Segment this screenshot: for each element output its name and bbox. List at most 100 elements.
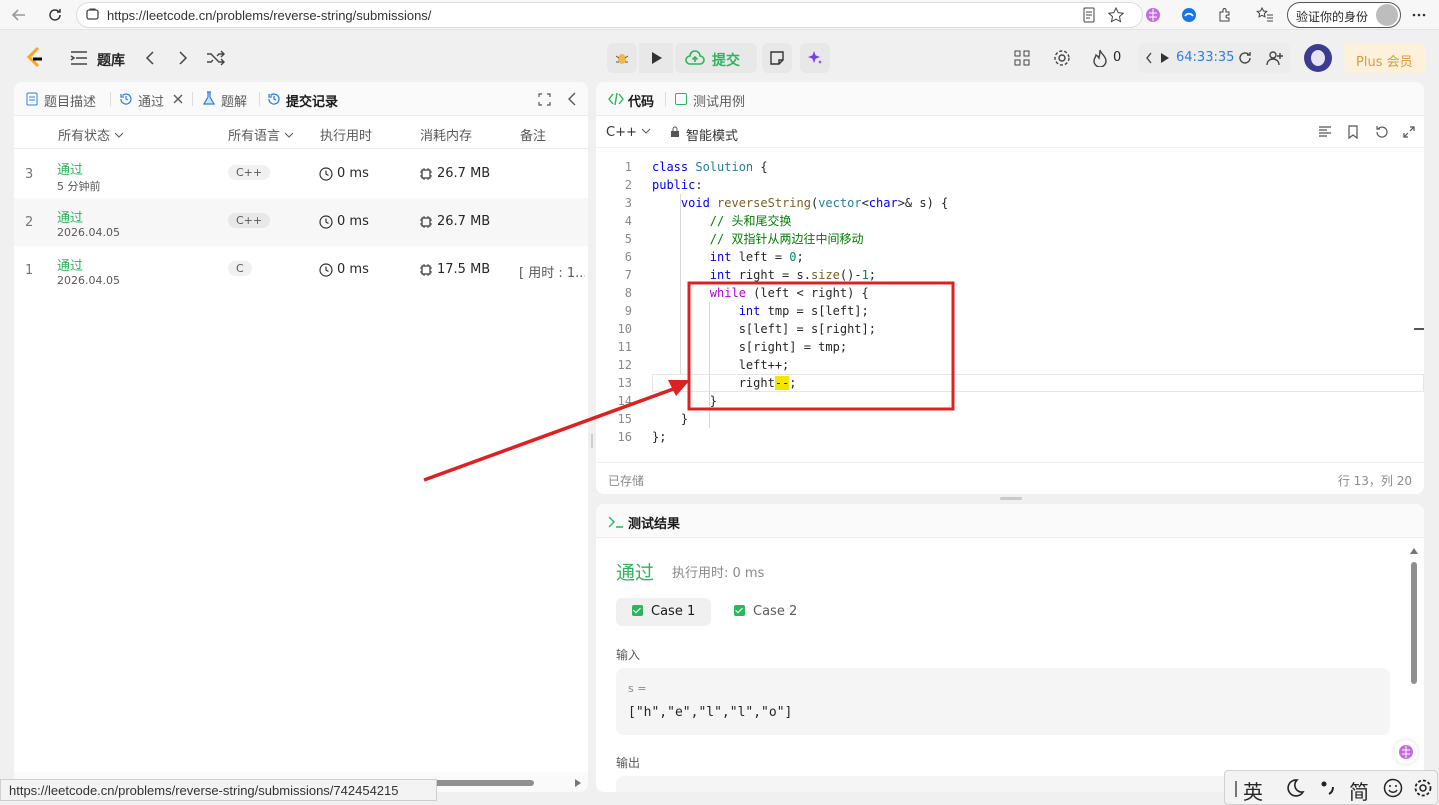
row-status[interactable]: 通过 (57, 207, 83, 226)
fullscreen-icon[interactable] (1403, 126, 1415, 138)
filter-language[interactable]: 所有语言 (228, 125, 294, 144)
tab-code[interactable]: 代码 (628, 91, 654, 110)
tab-solutions[interactable]: 题解 (221, 91, 247, 110)
tab-description[interactable]: 题目描述 (44, 91, 96, 110)
verify-identity-button[interactable]: 验证你的身份 (1287, 2, 1401, 28)
table-row[interactable]: 2 通过 2026.04.05 C++ 0 ms 26.7 MB (14, 198, 588, 246)
bookmark-icon[interactable] (1347, 125, 1359, 139)
code-line: int left = 0; (709, 250, 804, 264)
ime-language-toggle[interactable]: 英 (1243, 776, 1263, 805)
timer-reset-icon[interactable] (1237, 50, 1253, 66)
prev-problem-icon[interactable] (143, 50, 157, 66)
chevron-down-icon (114, 132, 124, 138)
language-select[interactable]: C++ (606, 125, 651, 140)
vertical-resize-handle[interactable] (591, 434, 593, 448)
add-friend-button[interactable] (1260, 43, 1290, 73)
next-problem-icon[interactable] (176, 50, 190, 66)
ime-simplified-toggle[interactable]: 简 (1349, 776, 1369, 805)
streak-flame-icon[interactable] (1092, 49, 1108, 67)
plus-membership-button[interactable]: Plus 会员 (1344, 43, 1426, 73)
ime-drag-handle[interactable] (1235, 781, 1237, 797)
description-icon (26, 92, 38, 106)
line-number: 7 (624, 268, 632, 282)
reload-icon[interactable] (46, 6, 64, 24)
floating-assistant-button[interactable] (1394, 740, 1418, 764)
collapse-panel-icon[interactable] (567, 92, 577, 106)
line-number: 8 (624, 286, 632, 300)
filter-status[interactable]: 所有状态 (58, 125, 124, 144)
timer-collapse-icon[interactable] (1145, 52, 1153, 64)
chevron-down-icon (641, 128, 651, 134)
extension-blue-icon[interactable] (1180, 6, 1198, 24)
extension-brain-icon[interactable] (1144, 6, 1162, 24)
timer-widget[interactable]: 64:33:35 (1138, 43, 1268, 73)
line-number: 15 (617, 412, 632, 426)
ai-assist-button[interactable] (800, 43, 830, 73)
line-number: 9 (624, 304, 632, 318)
reset-code-icon[interactable] (1374, 125, 1388, 139)
tab-test-result[interactable]: 测试结果 (628, 513, 680, 532)
check-icon (734, 605, 745, 616)
submit-button[interactable]: 提交 (675, 43, 757, 73)
more-menu-icon[interactable] (1410, 6, 1428, 24)
code-editor[interactable]: 1 2 3 4 5 6 7 8 9 10 11 12 13 14 15 16 c… (596, 158, 1424, 448)
input-box: s = ["h","e","l","l","o"] (616, 668, 1390, 735)
smart-mode-label[interactable]: 智能模式 (686, 125, 738, 144)
vertical-scrollbar-thumb[interactable] (1411, 562, 1417, 684)
address-bar[interactable]: https://leetcode.cn/problems/reverse-str… (76, 2, 1143, 28)
shuffle-icon[interactable] (206, 50, 226, 66)
scroll-right-icon[interactable] (574, 779, 581, 787)
timer-value: 64:33:35 (1176, 50, 1235, 65)
case-1-tab[interactable]: Case 1 (616, 598, 712, 626)
url-text: https://leetcode.cn/problems/reverse-str… (107, 8, 432, 23)
run-button[interactable] (639, 43, 673, 73)
tab-accepted[interactable]: 通过 (138, 91, 164, 110)
overview-ruler-marker (1414, 328, 1424, 330)
streak-count: 0 (1113, 50, 1122, 65)
code-line: s[right] = tmp; (652, 340, 848, 354)
settings-gear-icon[interactable] (1053, 49, 1071, 67)
problem-bank-link[interactable]: 题库 (97, 50, 125, 70)
clock-icon (319, 263, 333, 277)
check-icon (632, 605, 643, 616)
scroll-up-icon[interactable] (1410, 548, 1418, 554)
row-status[interactable]: 通过 (57, 159, 83, 178)
leetcode-logo-icon[interactable] (24, 46, 46, 70)
timer-play-icon[interactable] (1160, 52, 1170, 64)
row-language-badge: C++ (228, 213, 271, 228)
format-align-icon[interactable] (1318, 126, 1332, 138)
code-text[interactable]: class Solution {public: void reverseStri… (652, 158, 1412, 446)
maximize-icon[interactable] (538, 93, 551, 106)
ime-toolbar: 英 简 (1224, 770, 1438, 805)
row-note[interactable]: [ 用时 : 1... (519, 262, 585, 281)
favorite-star-icon[interactable] (1107, 6, 1125, 24)
notes-button[interactable] (762, 43, 792, 73)
table-row[interactable]: 1 通过 2026.04.05 C 0 ms 17.5 MB [ 用时 : 1.… (14, 246, 588, 294)
back-arrow-icon[interactable] (10, 6, 28, 24)
reader-mode-icon[interactable] (1080, 6, 1098, 24)
layout-grid-icon[interactable] (1014, 50, 1030, 66)
input-value: ["h","e","l","l","o"] (628, 705, 793, 720)
tab-submissions[interactable]: 提交记录 (286, 91, 338, 110)
emoji-icon[interactable] (1383, 778, 1403, 798)
code-line: right--; (652, 376, 797, 390)
row-status[interactable]: 通过 (57, 255, 83, 274)
punctuation-icon[interactable] (1320, 779, 1336, 797)
case-2-tab[interactable]: Case 2 (718, 598, 813, 626)
tab-testcase[interactable]: 测试用例 (693, 91, 745, 110)
site-info-icon[interactable] (85, 7, 100, 22)
favorites-list-icon[interactable] (1256, 6, 1274, 24)
ime-settings-gear-icon[interactable] (1413, 778, 1433, 798)
scrollbar-thumb[interactable] (434, 780, 534, 786)
input-label: 输入 (616, 648, 641, 662)
memory-chip-icon (420, 168, 432, 180)
user-avatar[interactable] (1304, 44, 1332, 72)
table-row[interactable]: 3 通过 5 分钟前 C++ 0 ms 26.7 MB (14, 150, 588, 198)
extensions-puzzle-icon[interactable] (1216, 6, 1234, 24)
debug-button[interactable] (607, 43, 637, 73)
moon-icon[interactable] (1285, 778, 1305, 798)
problem-list-icon[interactable] (70, 50, 88, 66)
row-memory: 26.7 MB (437, 214, 491, 229)
close-tab-icon[interactable] (173, 94, 183, 104)
panel-resize-handle[interactable] (1000, 497, 1022, 500)
